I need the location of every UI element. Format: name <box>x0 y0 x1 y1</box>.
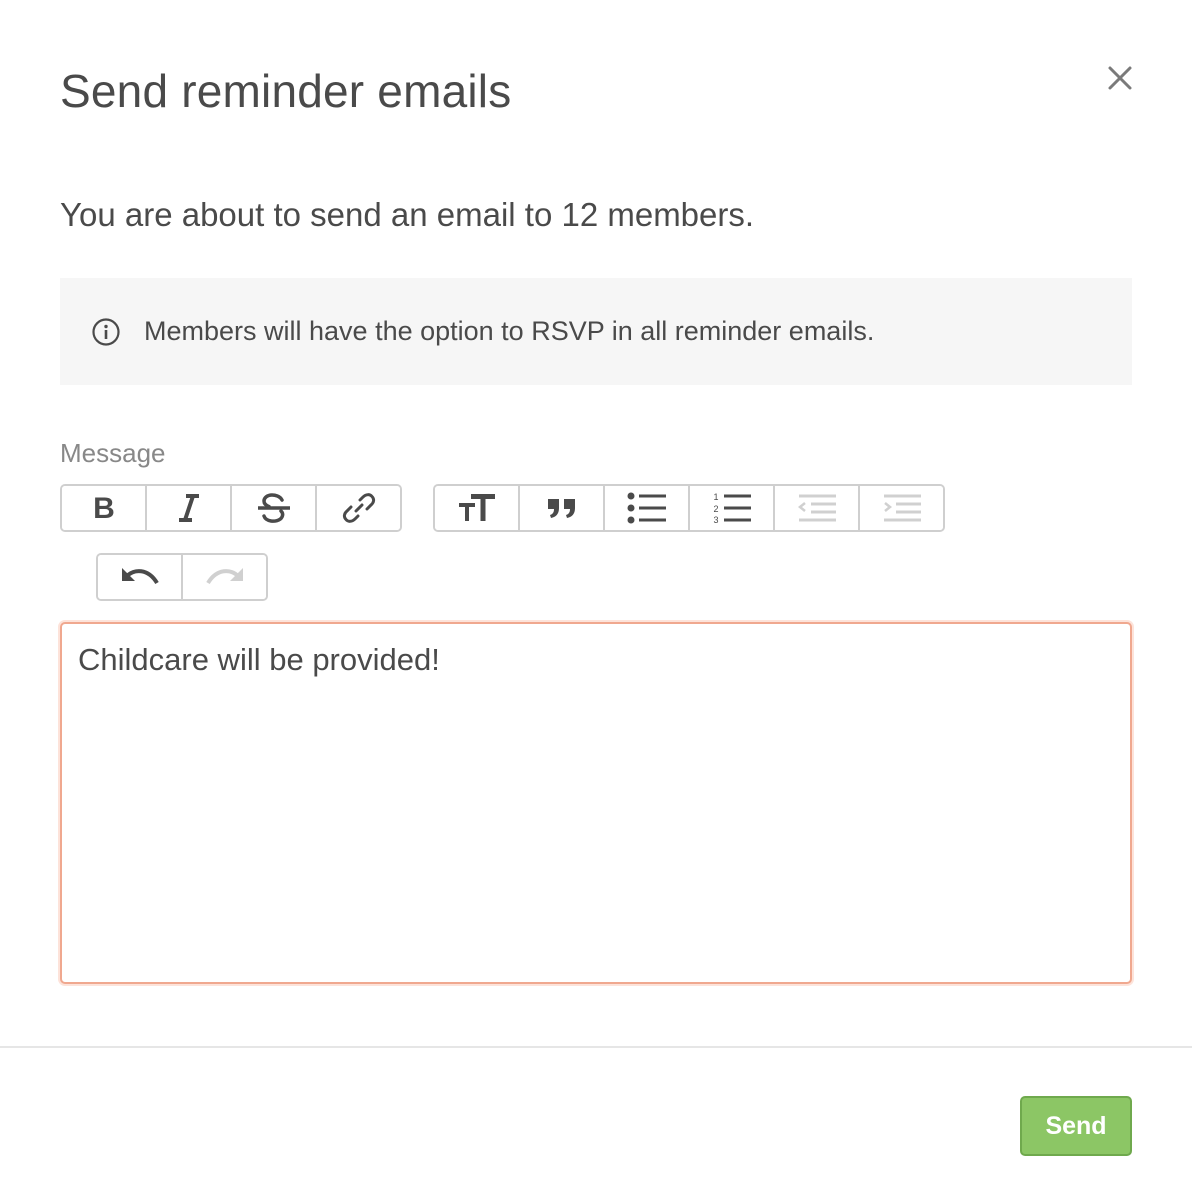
quote-button[interactable] <box>520 486 605 530</box>
notice-text: Members will have the option to RSVP in … <box>144 316 875 346</box>
numbered-list-button[interactable]: 1 2 3 <box>690 486 775 530</box>
strikethrough-icon <box>256 493 292 523</box>
svg-text:1: 1 <box>713 492 718 502</box>
heading-button[interactable] <box>435 486 520 530</box>
rsvp-notice: Members will have the option to RSVP in … <box>60 278 1132 385</box>
close-icon <box>1107 65 1133 96</box>
toolbar-block-group: 1 2 3 <box>433 484 945 532</box>
svg-text:3: 3 <box>713 515 718 524</box>
message-editor[interactable]: Childcare will be provided! <box>60 622 1132 984</box>
bold-icon: B <box>90 493 118 523</box>
close-button[interactable] <box>1100 60 1140 100</box>
indent-button[interactable] <box>860 486 943 530</box>
indent-icon <box>882 492 922 524</box>
svg-text:2: 2 <box>713 504 718 514</box>
heading-icon <box>457 492 497 524</box>
outdent-button[interactable] <box>775 486 860 530</box>
bullet-list-icon <box>627 492 667 524</box>
footer-divider <box>0 1046 1192 1048</box>
redo-button[interactable] <box>183 555 266 599</box>
send-button[interactable]: Send <box>1020 1096 1132 1156</box>
info-icon <box>90 316 122 348</box>
link-button[interactable] <box>317 486 400 530</box>
message-label: Message <box>60 438 166 468</box>
undo-button[interactable] <box>98 555 183 599</box>
bullet-list-button[interactable] <box>605 486 690 530</box>
bold-button[interactable]: B <box>62 486 147 530</box>
toolbar-text-style-group: B <box>60 484 402 532</box>
italic-button[interactable] <box>147 486 232 530</box>
reminder-email-dialog: Send reminder emails You are about to se… <box>0 0 1192 1198</box>
message-text: Childcare will be provided! <box>78 642 440 677</box>
link-icon <box>342 491 376 525</box>
svg-text:B: B <box>93 493 115 523</box>
italic-icon <box>175 493 203 523</box>
outdent-icon <box>797 492 837 524</box>
dialog-title: Send reminder emails <box>60 65 512 117</box>
numbered-list-icon: 1 2 3 <box>712 492 752 524</box>
undo-icon <box>120 564 160 590</box>
redo-icon <box>205 564 245 590</box>
recipient-summary: You are about to send an email to 12 mem… <box>60 196 755 233</box>
strikethrough-button[interactable] <box>232 486 317 530</box>
quote-icon <box>546 495 578 521</box>
toolbar-history-group <box>96 553 268 601</box>
